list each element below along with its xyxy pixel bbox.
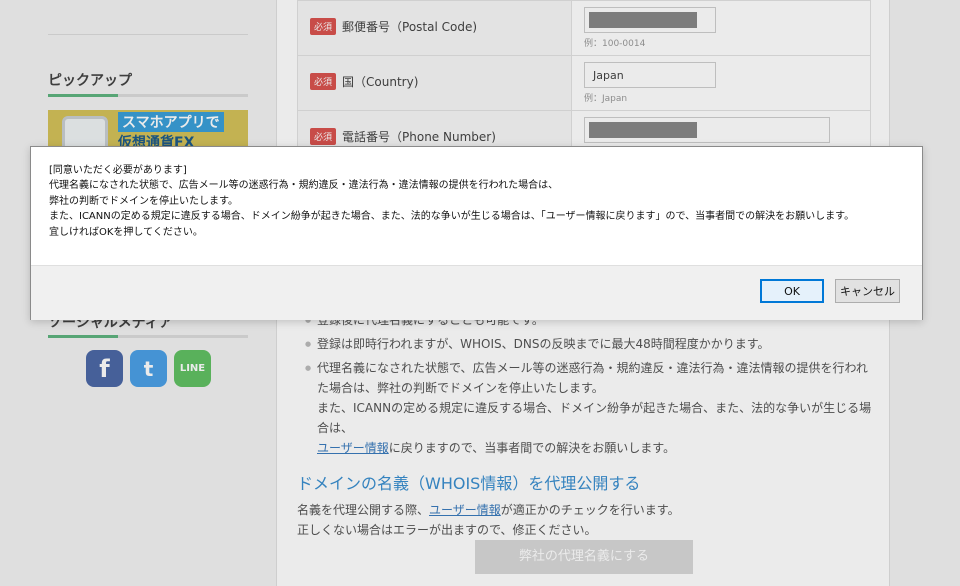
confirm-dialog: [同意いただく必要があります] 代理名義になされた状態で、広告メール等の迷惑行為… (30, 146, 923, 320)
dialog-message: [同意いただく必要があります] 代理名義になされた状態で、広告メール等の迷惑行為… (49, 163, 909, 240)
dialog-line: また、ICANNの定める規定に違反する場合、ドメイン紛争が起きた場合、また、法的… (49, 211, 855, 223)
ok-button[interactable]: OK (760, 279, 824, 303)
dialog-line: 弊社の判断でドメインを停止いたします。 (49, 195, 238, 207)
cancel-button[interactable]: キャンセル (835, 279, 900, 303)
dialog-line: 代理名義になされた状態で、広告メール等の迷惑行為・規約違反・違法行為・違法情報の… (49, 180, 559, 192)
dialog-button-bar: OK キャンセル (31, 265, 922, 320)
dialog-line: [同意いただく必要があります] (49, 165, 187, 176)
dialog-line: 宜しければOKを押してください。 (49, 226, 203, 238)
